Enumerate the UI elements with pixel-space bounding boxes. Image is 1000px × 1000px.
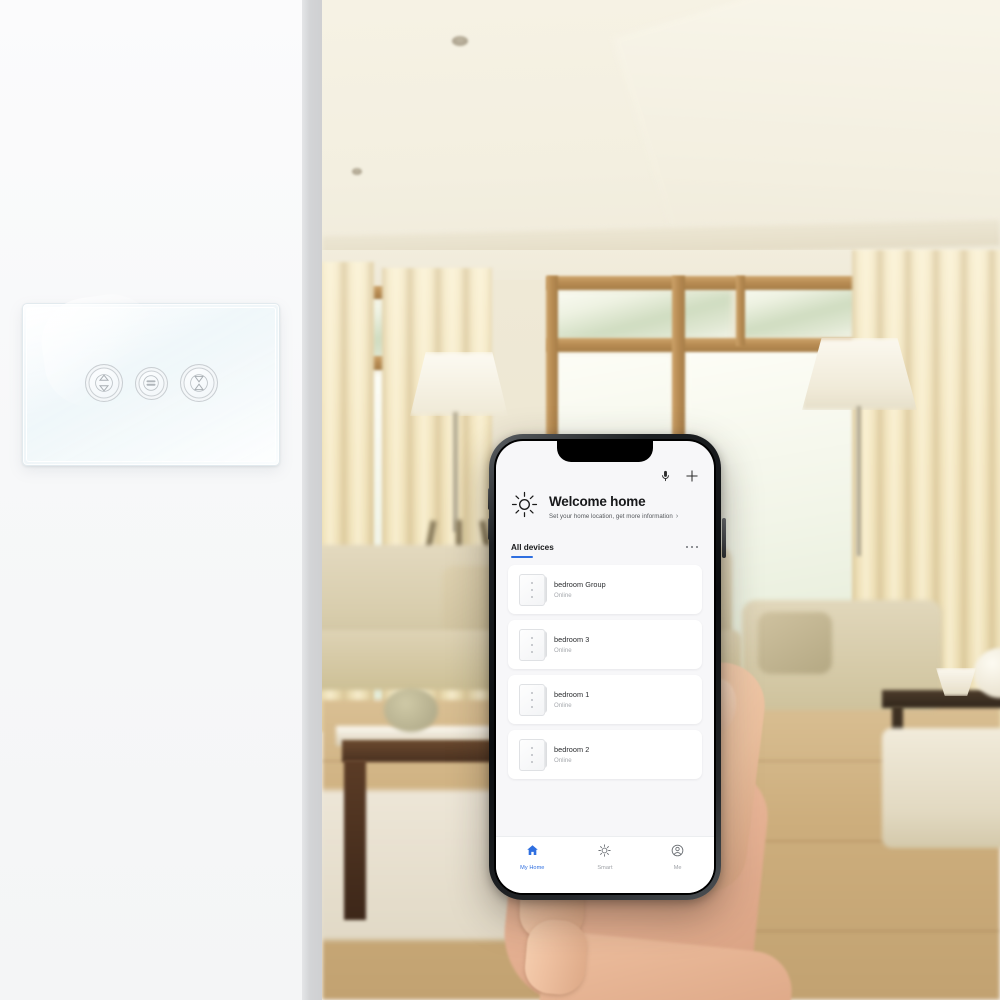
device-card[interactable]: bedroom 2 Online — [508, 730, 702, 780]
bottom-navigation: My Home Smart Me — [496, 836, 714, 877]
welcome-subtitle-text: Set your home location, get more informa… — [549, 513, 673, 521]
device-status: Online — [554, 647, 572, 655]
table-lamp-shade — [410, 352, 508, 416]
ottoman — [882, 728, 1000, 848]
floor-lamp-pole — [856, 406, 861, 556]
dot — [530, 746, 534, 750]
close-button[interactable] — [179, 364, 218, 402]
ceiling-downlight — [452, 36, 468, 46]
device-name: bedroom 3 — [554, 635, 590, 645]
device-list: bedroom Group Online bedroom 3 Online bedroo… — [496, 558, 714, 836]
tabs-row: All devices — [496, 537, 714, 559]
dot — [530, 698, 534, 702]
nav-item-my-home[interactable]: My Home — [496, 844, 568, 871]
phone-bezel: Welcome home Set your home location, get… — [494, 439, 716, 895]
account-icon — [671, 844, 684, 862]
phone-notch — [557, 441, 653, 462]
nav-item-smart[interactable]: Smart — [569, 844, 641, 871]
dot — [685, 546, 689, 549]
plus-icon[interactable] — [686, 470, 698, 482]
screenshot-stage: Welcome home Set your home location, get… — [0, 0, 1000, 1000]
nav-label: My Home — [520, 865, 545, 871]
dot — [530, 581, 534, 585]
device-status: Online — [554, 592, 572, 600]
device-meta: bedroom 2 Online — [554, 745, 589, 764]
window-pane — [552, 290, 732, 340]
switch-device-icon — [519, 628, 547, 661]
dot — [530, 753, 534, 757]
switch-device-icon — [519, 573, 547, 606]
device-meta: bedroom Group Online — [554, 580, 606, 599]
dot — [695, 546, 698, 549]
device-card[interactable]: bedroom 1 Online — [508, 675, 702, 725]
device-status: Online — [554, 757, 572, 765]
little-finger — [522, 917, 590, 997]
device-name: bedroom 1 — [554, 690, 590, 700]
microphone-icon[interactable] — [661, 470, 670, 482]
tab-all-devices[interactable]: All devices — [511, 543, 554, 559]
home-indicator-area — [496, 877, 714, 893]
panel-divider — [302, 0, 322, 1000]
welcome-header[interactable]: Welcome home Set your home location, get… — [496, 485, 714, 537]
dot — [530, 760, 534, 763]
two-bars-icon — [143, 375, 159, 391]
close-arrows-icon — [189, 372, 208, 394]
coffee-table-leg — [344, 760, 366, 920]
switch-button-row — [23, 364, 279, 402]
page-title: Welcome home — [549, 493, 646, 509]
welcome-subtitle[interactable]: Set your home location, get more informa… — [549, 513, 678, 520]
device-meta: bedroom 1 Online — [554, 690, 589, 709]
device-status: Online — [554, 702, 572, 710]
ceiling-downlight — [352, 168, 362, 175]
nav-label: Me — [673, 865, 682, 871]
tab-label: All devices — [511, 543, 554, 552]
wall-switch-plate[interactable] — [22, 303, 280, 466]
sun-icon — [511, 491, 538, 523]
phone-power-button[interactable] — [722, 518, 726, 558]
floor-lamp-shade — [802, 338, 917, 410]
dot — [530, 650, 534, 653]
more-options-icon[interactable] — [685, 543, 698, 549]
device-card[interactable]: bedroom Group Online — [508, 565, 702, 615]
nav-item-me[interactable]: Me — [642, 844, 714, 871]
dot — [530, 588, 534, 592]
smartphone: Welcome home Set your home location, get… — [489, 434, 721, 900]
stop-button[interactable] — [134, 366, 168, 400]
nav-label: Smart — [597, 865, 613, 871]
dot — [530, 636, 534, 640]
tab-active-indicator — [511, 556, 533, 559]
device-meta: bedroom 3 Online — [554, 635, 589, 654]
dot — [530, 691, 534, 695]
product-panel — [0, 0, 302, 1000]
table-lamp-pole — [453, 412, 458, 532]
sun-gear-icon — [598, 844, 612, 862]
phone-screen[interactable]: Welcome home Set your home location, get… — [496, 441, 714, 893]
open-button[interactable] — [84, 364, 123, 402]
switch-device-icon — [519, 683, 547, 716]
window-frame-mullion — [736, 276, 745, 346]
switch-device-icon — [519, 738, 547, 771]
device-card[interactable]: bedroom 3 Online — [508, 620, 702, 670]
welcome-text-block: Welcome home Set your home location, get… — [549, 494, 678, 520]
up-down-arrows-icon — [94, 372, 113, 394]
window-pane — [742, 282, 857, 338]
device-name: bedroom Group — [554, 580, 606, 590]
dot — [530, 705, 534, 708]
window-frame-rail — [547, 276, 867, 290]
dot — [690, 546, 694, 549]
chevron-right-icon: › — [675, 513, 679, 521]
dot — [530, 643, 534, 647]
home-icon — [526, 844, 539, 862]
dot — [530, 595, 534, 598]
device-name: bedroom 2 — [554, 745, 590, 755]
